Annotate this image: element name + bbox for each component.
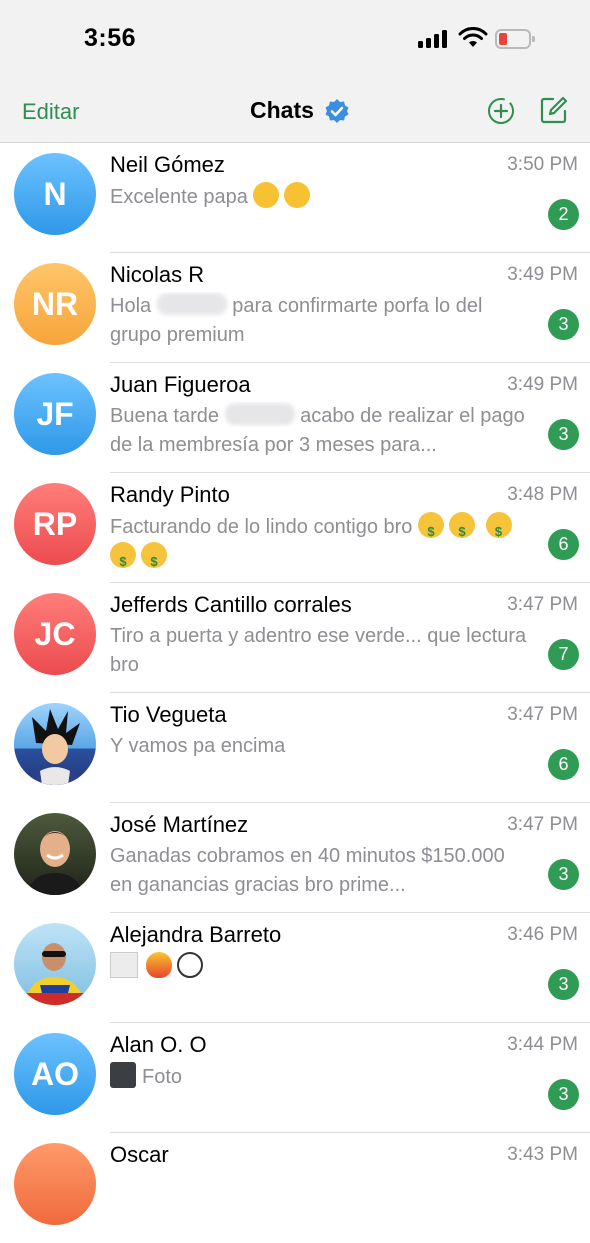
- chat-preview: Foto: [110, 1062, 532, 1092]
- chat-row[interactable]: JC Jefferds Cantillo corrales 3:47 PM Ti…: [0, 583, 590, 693]
- wifi-icon: [458, 27, 488, 47]
- unread-badge: 6: [548, 529, 579, 560]
- chat-row[interactable]: N Neil Gómez 3:50 PM Excelente papa 2: [0, 143, 590, 253]
- chat-preview: Hola para confirmarte porfa lo del grupo…: [110, 293, 483, 346]
- unread-badge: 3: [548, 859, 579, 890]
- ok-hand-emoji-icon: [253, 182, 280, 208]
- battery-icon: [495, 29, 535, 49]
- chat-row[interactable]: Oscar 3:43 PM: [0, 1133, 590, 1243]
- chat-row[interactable]: José Martínez 3:47 PM Ganadas cobramos e…: [0, 803, 590, 913]
- chat-preview: Buena tarde acabo de realizar el pago de…: [110, 403, 525, 456]
- compose-icon[interactable]: [539, 95, 569, 125]
- chat-preview: Ganadas cobramos en 40 minutos $150.000 …: [110, 845, 505, 896]
- unread-badge: 2: [548, 199, 579, 230]
- chat-row[interactable]: NR Nicolas R 3:49 PM Hola para confirmar…: [0, 253, 590, 363]
- chat-row[interactable]: RP Randy Pinto 3:48 PM Facturando de lo …: [0, 473, 590, 583]
- chat-row[interactable]: Tio Vegueta 3:47 PM Y vamos pa encima 6: [0, 693, 590, 803]
- verified-check-icon: [325, 99, 349, 123]
- money-face-emoji-icon: [110, 542, 136, 570]
- chat-name: Nicolas R: [110, 262, 205, 287]
- chat-preview: [110, 952, 532, 982]
- status-bar: 3:56: [0, 0, 590, 82]
- chat-name: Randy Pinto: [110, 482, 230, 507]
- chat-row[interactable]: Alejandra Barreto 3:46 PM 3: [0, 913, 590, 1023]
- chat-time: 3:49 PM: [507, 374, 578, 395]
- chat-time: 3:46 PM: [507, 924, 578, 945]
- avatar-photo: [28, 709, 82, 785]
- ok-hand-emoji-icon: [284, 182, 311, 208]
- chat-name: Alejandra Barreto: [110, 922, 282, 947]
- chat-name: Neil Gómez: [110, 152, 225, 177]
- soccer-ball-emoji-icon: [177, 952, 203, 978]
- unread-badge: 3: [548, 969, 579, 1000]
- chat-time: 3:47 PM: [507, 814, 578, 835]
- chat-row[interactable]: AO Alan O. O 3:44 PM Foto 3: [0, 1023, 590, 1133]
- chat-name: Alan O. O: [110, 1032, 207, 1057]
- redacted-text: [224, 403, 295, 425]
- fire-emoji-icon: [146, 952, 172, 978]
- avatar: JF: [14, 373, 96, 455]
- avatar: AO: [14, 1033, 96, 1115]
- money-face-emoji-icon: [448, 512, 475, 546]
- chat-time: 3:47 PM: [507, 594, 578, 615]
- chat-time: 3:44 PM: [507, 1034, 578, 1055]
- chat-name: Oscar: [110, 1142, 169, 1167]
- photo-thumbnail-icon: [110, 1062, 136, 1088]
- avatar: [14, 813, 96, 895]
- edit-button[interactable]: Editar: [22, 99, 79, 125]
- avatar: [14, 703, 96, 785]
- document-thumbnail-icon: [110, 952, 138, 978]
- redacted-text: [156, 293, 227, 315]
- chat-preview: Excelente papa: [110, 182, 532, 212]
- avatar-photo: [14, 943, 96, 1005]
- chat-name: Tio Vegueta: [110, 702, 227, 727]
- avatar: RP: [14, 483, 96, 565]
- chat-name: Jefferds Cantillo corrales: [110, 592, 352, 617]
- status-time: 3:56: [84, 24, 137, 52]
- chat-time: 3:49 PM: [507, 264, 578, 285]
- nav-bar: Editar Chats: [0, 82, 590, 143]
- add-circle-icon[interactable]: [486, 96, 516, 126]
- chat-name: Juan Figueroa: [110, 372, 251, 397]
- chat-time: 3:43 PM: [507, 1144, 578, 1165]
- chat-time: 3:47 PM: [507, 704, 578, 725]
- avatar-photo: [26, 831, 84, 895]
- unread-badge: 3: [548, 1079, 579, 1110]
- chat-time: 3:48 PM: [507, 484, 578, 505]
- chat-time: 3:50 PM: [507, 154, 578, 175]
- chat-preview: Tiro a puerta y adentro ese verde... que…: [110, 625, 527, 676]
- unread-badge: 6: [548, 749, 579, 780]
- money-face-emoji-icon: [485, 512, 512, 546]
- chat-name: José Martínez: [110, 812, 249, 837]
- chat-row[interactable]: JF Juan Figueroa 3:49 PM Buena tarde aca…: [0, 363, 590, 473]
- avatar: JC: [14, 593, 96, 675]
- money-face-emoji-icon: [141, 542, 167, 570]
- unread-badge: 3: [548, 309, 579, 340]
- unread-badge: 3: [548, 419, 579, 450]
- chat-list: N Neil Gómez 3:50 PM Excelente papa 2 NR…: [0, 143, 590, 1243]
- avatar: [14, 923, 96, 1005]
- avatar: NR: [14, 263, 96, 345]
- page-title: Chats: [250, 97, 314, 123]
- money-face-emoji-icon: [417, 512, 444, 546]
- cellular-signal-icon: [418, 30, 450, 48]
- avatar: [14, 1143, 96, 1225]
- chat-preview: Facturando de lo lindo contigo bro: [110, 512, 532, 570]
- unread-badge: 7: [548, 639, 579, 670]
- chat-preview: Y vamos pa encima: [110, 735, 286, 757]
- avatar: N: [14, 153, 96, 235]
